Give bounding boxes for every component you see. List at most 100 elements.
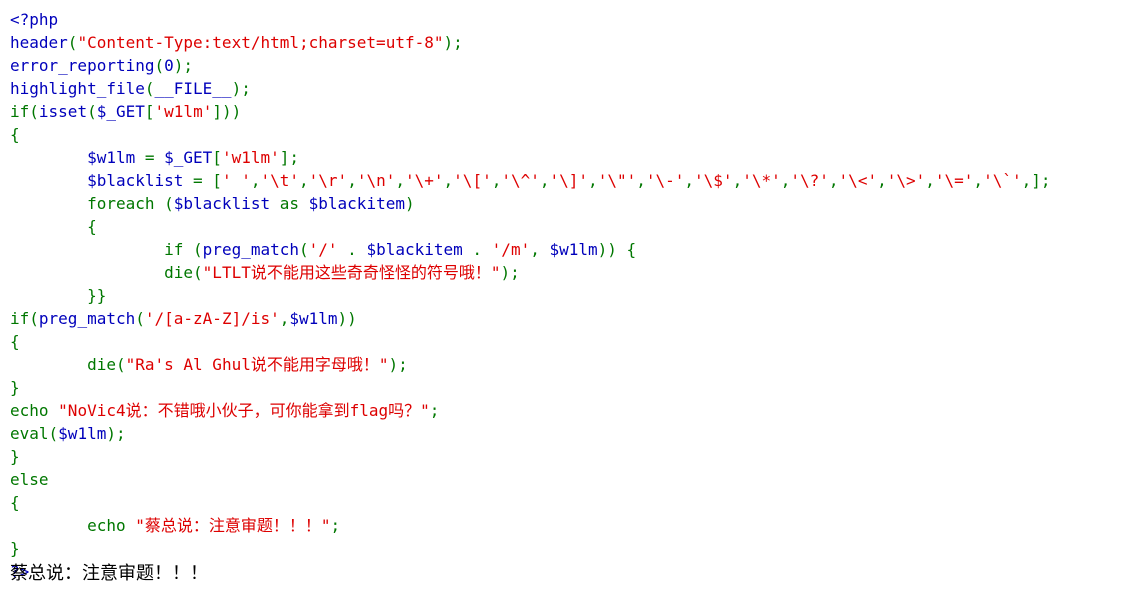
code-token: = [ xyxy=(193,171,222,190)
code-token: ,]; xyxy=(1021,171,1051,190)
code-token: else xyxy=(10,470,49,489)
code-token: <?php xyxy=(10,10,59,29)
code-token: '\-' xyxy=(645,171,685,190)
code-token: $_GET xyxy=(96,102,145,121)
code-line: $w1lm = $_GET['w1lm']; xyxy=(10,146,1051,169)
code-token: ( xyxy=(164,194,174,213)
code-token: '/m' xyxy=(491,240,531,259)
code-token: ); xyxy=(106,424,126,443)
code-token: $w1lm xyxy=(58,424,107,443)
code-token: { xyxy=(10,332,20,351)
code-token: ])) xyxy=(212,102,242,121)
code-token: '\r' xyxy=(308,171,348,190)
code-token: if( xyxy=(10,309,39,328)
code-line: } xyxy=(10,376,1051,399)
code-token: foreach xyxy=(87,194,165,213)
code-token: ; xyxy=(429,401,440,420)
code-token: ( xyxy=(87,102,97,121)
code-token: , xyxy=(684,171,695,190)
code-token: ' ' xyxy=(221,171,251,190)
code-token: $w1lm xyxy=(549,240,598,259)
code-token: as xyxy=(279,194,309,213)
code-token: , xyxy=(780,171,791,190)
code-token: highlight_file xyxy=(10,79,145,98)
code-token: , xyxy=(395,171,405,190)
code-token: ]; xyxy=(279,148,299,167)
code-token: '\n' xyxy=(356,171,396,190)
code-token: $_GET xyxy=(164,148,213,167)
code-line: eval($w1lm); xyxy=(10,422,1051,445)
code-token: }} xyxy=(10,286,107,305)
code-token: "蔡总说：注意审题！！！" xyxy=(135,516,331,535)
code-token: '\$' xyxy=(694,171,733,190)
code-token: { xyxy=(10,125,20,144)
code-token: $blackitem xyxy=(366,240,473,259)
code-token: preg_match xyxy=(202,240,299,259)
code-token: '\`' xyxy=(983,171,1022,190)
code-line: error_reporting(0); xyxy=(10,54,1051,77)
code-token: . xyxy=(347,240,367,259)
code-token: '/' xyxy=(308,240,348,259)
code-token: '\t' xyxy=(260,171,300,190)
code-token: ( xyxy=(135,309,145,328)
code-token: "Ra's Al Ghul说不能用字母哦！" xyxy=(125,355,389,374)
code-line: { xyxy=(10,215,1051,238)
code-line: } xyxy=(10,537,1051,560)
code-token: '\[' xyxy=(453,171,492,190)
code-token: error_reporting xyxy=(10,56,155,75)
code-token: echo xyxy=(87,516,136,535)
code-token: 0 xyxy=(164,56,174,75)
code-line: echo "蔡总说：注意审题！！！"; xyxy=(10,514,1051,537)
code-token: die xyxy=(87,355,116,374)
code-line: highlight_file(__FILE__); xyxy=(10,77,1051,100)
code-line: { xyxy=(10,330,1051,353)
code-line: $blacklist = [' ','\t','\r','\n','\+','\… xyxy=(10,169,1051,192)
code-token: [ xyxy=(212,148,222,167)
code-line: echo "NoVic4说：不错哦小伙子，可你能拿到flag吗？"; xyxy=(10,399,1051,422)
code-line: } xyxy=(10,445,1051,468)
code-token: ( xyxy=(154,56,165,75)
code-token: ) xyxy=(404,194,415,213)
code-token: { xyxy=(10,493,20,512)
code-token: if( xyxy=(10,102,39,121)
code-token: , xyxy=(925,171,935,190)
code-line: die("Ra's Al Ghul说不能用字母哦！"); xyxy=(10,353,1051,376)
code-token: , xyxy=(828,171,839,190)
code-token: ( xyxy=(67,33,78,52)
code-token: )) { xyxy=(597,240,637,259)
code-token: '\^' xyxy=(501,171,540,190)
code-token: '\"' xyxy=(597,171,637,190)
code-token: , xyxy=(530,240,550,259)
code-token: , xyxy=(443,171,454,190)
code-token: ); xyxy=(443,33,463,52)
code-token: )) xyxy=(337,309,357,328)
code-token: ); xyxy=(231,79,251,98)
code-token: $blacklist xyxy=(173,194,280,213)
code-token: ( xyxy=(48,424,59,443)
code-token: = xyxy=(144,148,165,167)
code-token: echo xyxy=(10,401,59,420)
code-line: if (preg_match('/' . $blackitem . '/m', … xyxy=(10,238,1051,261)
code-token: , xyxy=(347,171,357,190)
code-line: }} xyxy=(10,284,1051,307)
code-token: ( xyxy=(299,240,309,259)
code-line: else xyxy=(10,468,1051,491)
code-token: isset xyxy=(38,102,88,121)
code-token: '/[a-zA-Z]/is' xyxy=(144,309,280,328)
code-line: <?php xyxy=(10,8,1051,31)
code-token: , xyxy=(877,171,887,190)
code-token: , xyxy=(973,171,984,190)
code-token: 'w1lm' xyxy=(221,148,280,167)
code-token: 'w1lm' xyxy=(154,102,213,121)
code-token: ); xyxy=(388,355,408,374)
code-token: header xyxy=(10,33,68,52)
code-token: '\<' xyxy=(838,171,878,190)
code-token: eval xyxy=(10,424,49,443)
code-token: '\?' xyxy=(790,171,829,190)
code-token: __FILE__ xyxy=(154,79,232,98)
